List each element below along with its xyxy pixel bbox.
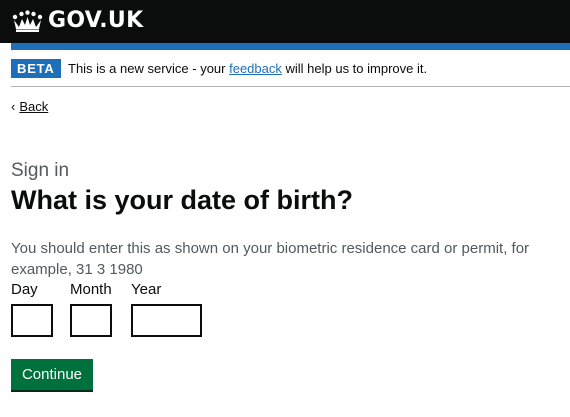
continue-button[interactable]: Continue	[11, 359, 93, 390]
chevron-left-icon: ‹	[11, 99, 16, 114]
page-title: What is your date of birth?	[11, 185, 353, 215]
govuk-logo-text: GOV.UK	[48, 8, 144, 33]
beta-tag: BETA	[11, 59, 61, 78]
crown-icon	[12, 10, 43, 32]
day-label: Day	[11, 281, 38, 298]
year-field-group: Year	[131, 281, 202, 337]
back-link[interactable]: ‹ Back	[11, 99, 48, 115]
phase-banner-text: This is a new service - your feedback wi…	[68, 60, 427, 77]
month-input[interactable]	[70, 304, 112, 337]
phase-text-before: This is a new service - your	[68, 61, 230, 76]
back-link-label: Back	[19, 99, 49, 114]
year-label: Year	[131, 281, 162, 298]
page-caption: Sign in	[11, 160, 70, 181]
year-input[interactable]	[131, 304, 202, 337]
phase-text-after: will help us to improve it.	[281, 61, 428, 76]
date-hint: You should enter this as shown on your b…	[11, 240, 530, 278]
month-field-group: Month	[70, 281, 112, 337]
feedback-link[interactable]: feedback	[229, 61, 282, 76]
govuk-logo-link[interactable]: GOV.UK	[11, 8, 143, 34]
header-blue-bar	[11, 43, 570, 50]
month-label: Month	[70, 281, 112, 298]
site-header: GOV.UK	[0, 0, 570, 43]
day-input[interactable]	[11, 304, 53, 337]
day-field-group: Day	[11, 281, 53, 337]
phase-banner: BETA This is a new service - your feedba…	[11, 58, 570, 87]
